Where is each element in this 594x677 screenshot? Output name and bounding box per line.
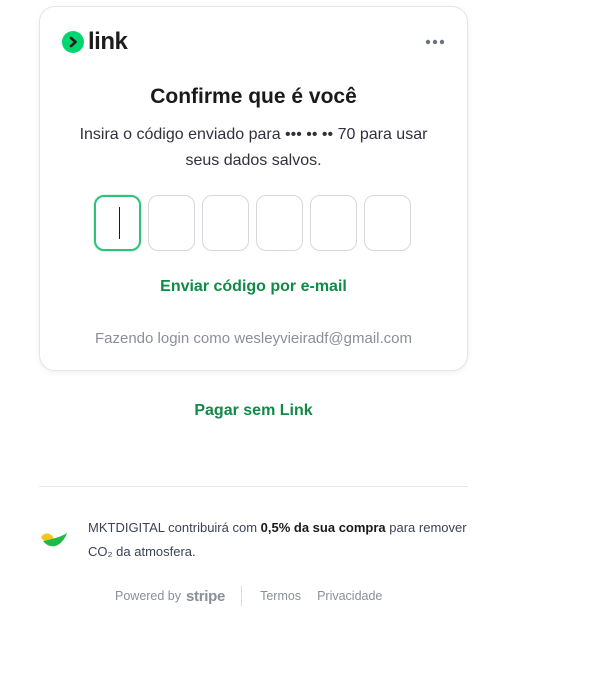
link-verification-card: link Confirme que é você Insira o código… xyxy=(39,6,468,371)
stripe-footer: Powered by stripe Termos Privacidade xyxy=(115,586,382,606)
otp-code-inputs xyxy=(94,195,411,251)
powered-by-stripe[interactable]: Powered by stripe xyxy=(115,588,225,605)
otp-digit-2[interactable] xyxy=(148,195,195,251)
terms-link[interactable]: Termos xyxy=(260,589,301,603)
otp-digit-6[interactable] xyxy=(364,195,411,251)
stripe-logo: stripe xyxy=(186,587,226,605)
chevron-right-icon xyxy=(62,31,84,53)
verification-title: Confirme que é você xyxy=(150,85,357,108)
climate-text-start: MKTDIGITAL contribuirá com xyxy=(88,520,261,535)
otp-digit-4[interactable] xyxy=(256,195,303,251)
climate-percentage: 0,5% da sua compra xyxy=(260,520,386,535)
climate-leaf-icon xyxy=(41,533,67,547)
otp-digit-1[interactable] xyxy=(94,195,141,251)
text-caret xyxy=(119,207,120,239)
more-horizontal-icon xyxy=(425,39,445,45)
logged-in-as-text: Fazendo login como wesleyvieiradf@gmail.… xyxy=(94,330,413,347)
section-divider xyxy=(39,486,468,487)
verification-subtitle: Insira o código enviado para ••• •• •• 7… xyxy=(79,126,428,169)
powered-by-label: Powered by xyxy=(115,589,182,603)
send-code-by-email-link[interactable]: Enviar código por e-mail xyxy=(40,278,467,296)
more-options-button[interactable] xyxy=(423,33,447,51)
link-logo: link xyxy=(62,28,128,55)
climate-contribution: MKTDIGITAL contribuirá com 0,5% da sua c… xyxy=(39,516,468,564)
privacy-link[interactable]: Privacidade xyxy=(317,589,382,603)
otp-digit-3[interactable] xyxy=(202,195,249,251)
link-wordmark: link xyxy=(88,28,128,55)
footer-separator xyxy=(241,586,243,606)
climate-text: MKTDIGITAL contribuirá com 0,5% da sua c… xyxy=(88,516,468,564)
pay-without-link-button[interactable]: Pagar sem Link xyxy=(0,402,507,420)
otp-digit-5[interactable] xyxy=(310,195,357,251)
